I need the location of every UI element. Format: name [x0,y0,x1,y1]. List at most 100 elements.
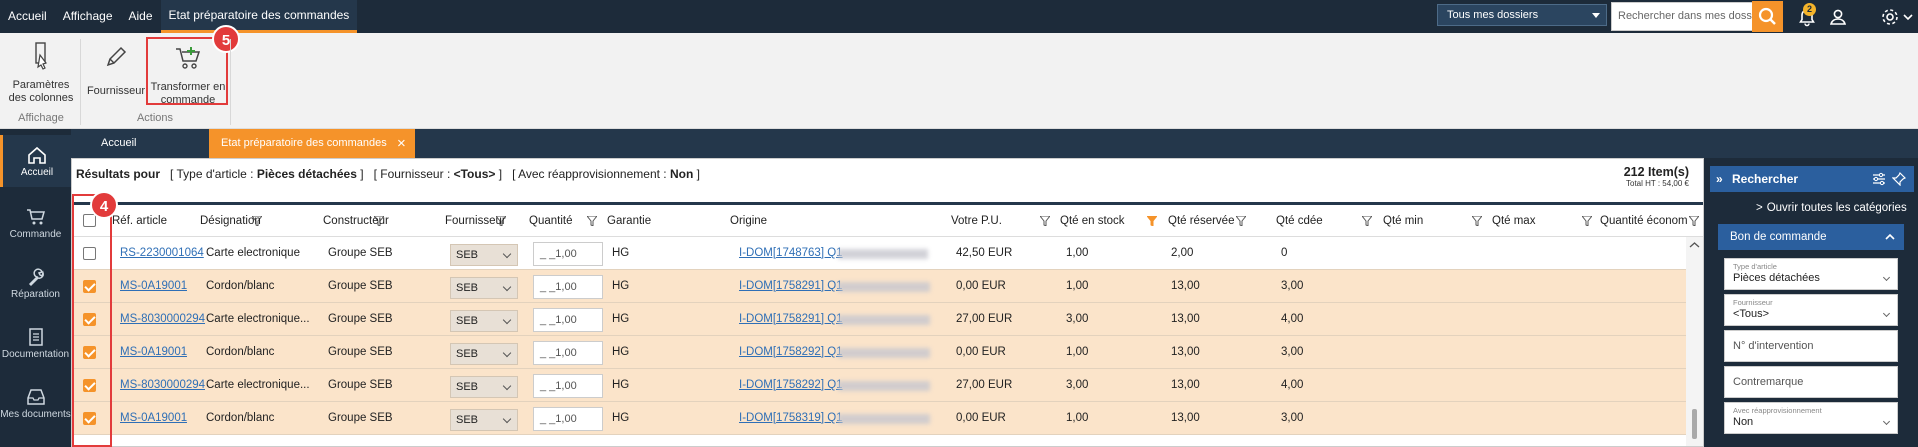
qte-cdee-cell: 3,00 [1281,412,1304,424]
col-qte-min[interactable]: Qté min [1383,205,1423,237]
col-quantite-econom[interactable]: Quantité économ [1600,205,1688,237]
nav-accueil[interactable]: Accueil [0,135,71,187]
quantity-input[interactable]: _ _1,00 [533,275,603,299]
col-garantie[interactable]: Garantie [607,205,651,237]
fournisseur-select[interactable]: Fournisseur <Tous> [1724,294,1898,326]
search-button[interactable] [1752,1,1783,32]
origine-link[interactable]: I-DOM[1748763] Q1 [739,237,843,270]
sliders-icon[interactable] [1872,172,1886,186]
nav-accueil-label: Accueil [20,167,54,178]
fournisseur-dropdown[interactable]: SEB [450,310,518,332]
col-designation[interactable]: Désignation [200,205,261,237]
filter-icon[interactable] [1689,216,1699,226]
table-row[interactable]: MS-0A19001 Cordon/blanc Groupe SEB SEB _ _1,… [72,336,1686,369]
col-constructeur[interactable]: Constructeur [323,205,389,237]
scrollbar-thumb[interactable] [1692,409,1697,439]
constructeur-cell: Groupe SEB [328,247,393,259]
group-affichage: Affichage [18,112,64,124]
ref-article-link[interactable]: MS-8030000294 [120,303,205,336]
fournisseur-dropdown[interactable]: SEB [450,277,518,299]
filter-icon[interactable] [1236,216,1246,226]
origine-link[interactable]: I-DOM[1758291] Q1 [739,303,843,336]
filter-icon[interactable] [1040,216,1050,226]
table-header: Réf. article Désignation Constructeur Fo… [72,202,1703,237]
intervention-number-input[interactable]: N° d'intervention [1724,330,1898,362]
quantity-input[interactable]: _ _1,00 [533,308,603,332]
quantity-input[interactable]: _ _1,00 [533,242,603,266]
col-qte-cdee[interactable]: Qté cdée [1276,205,1323,237]
col-qte-max[interactable]: Qté max [1492,205,1535,237]
table-row[interactable]: MS-8030000294 Carte electronique... Groupe… [72,369,1686,402]
wrench-icon [28,268,44,287]
quantity-input[interactable]: _ _1,00 [533,374,603,398]
chevron-down-icon[interactable] [1901,6,1915,28]
section-bon-de-commande[interactable]: Bon de commande [1718,224,1904,250]
table-row[interactable]: MS-0A19001 Cordon/blanc Groupe SEB SEB _ _1,… [72,402,1686,435]
qte-reservee-cell: 13,00 [1171,280,1200,292]
fournisseur-dropdown[interactable]: SEB [450,244,518,266]
pin-icon[interactable] [1892,172,1906,186]
vertical-scrollbar[interactable] [1686,237,1703,446]
nav-documentation[interactable]: Documentation [0,327,71,360]
garantie-cell: HG [612,379,630,391]
nav-mes-documents[interactable]: Mes documents [0,387,71,420]
col-qte-reservee[interactable]: Qté réservée [1168,205,1234,237]
fournisseur-dropdown[interactable]: SEB [450,409,518,431]
menu-accueil[interactable]: Accueil [0,0,55,33]
reappro-select[interactable]: Avec réapprovisionnement Non [1724,402,1898,434]
filter-icon[interactable] [587,216,597,226]
col-origine[interactable]: Origine [730,205,767,237]
ref-article-link[interactable]: MS-0A19001 [120,336,187,369]
results-summary: Résultats pour [ Type d'article : Pièces… [76,167,700,181]
column-settings-button[interactable]: Paramètres des colonnes [6,41,76,105]
col-quantite[interactable]: Quantité [529,205,572,237]
menu-aide[interactable]: Aide [121,0,161,33]
col-fournisseur[interactable]: Fournisseur [445,205,506,237]
col-qte-stock[interactable]: Qté en stock [1060,205,1125,237]
origine-link[interactable]: I-DOM[1758292] Q1 [739,336,843,369]
fournisseur-dropdown[interactable]: SEB [450,343,518,365]
tab-accueil[interactable]: Accueil [89,129,148,158]
quantity-input[interactable]: _ _1,00 [533,407,603,431]
double-chevron-right-icon[interactable]: » [1716,166,1723,192]
nav-reparation[interactable]: Réparation [0,267,71,300]
user-icon[interactable] [1827,6,1849,28]
filter-icon[interactable] [1582,216,1592,226]
contremarque-input[interactable]: Contremarque [1724,366,1898,398]
fournisseur-button[interactable]: Fournisseur [86,43,146,98]
fournisseur-dropdown[interactable]: SEB [450,376,518,398]
filter-active-icon[interactable] [1147,216,1157,226]
gear-icon[interactable] [1879,6,1901,28]
ref-article-link[interactable]: MS-0A19001 [120,402,187,435]
filter-icon[interactable] [1472,216,1482,226]
reappro-value: Non [1733,416,1754,428]
top-bar: Accueil Affichage Aide Etat préparatoire… [0,0,1918,33]
ref-article-link[interactable]: RS-2230001064 [120,237,204,270]
qte-cdee-cell: 4,00 [1281,313,1304,325]
nav-mes-documents-label: Mes documents [0,409,71,420]
origine-link[interactable]: I-DOM[1758292] Q1 [739,369,843,402]
notification-badge: 2 [1803,3,1816,16]
search-input[interactable]: Rechercher dans mes dossiers [1611,2,1753,31]
col-votre-pu[interactable]: Votre P.U. [951,205,1002,237]
filter-icon[interactable] [1362,216,1372,226]
quantity-input[interactable]: _ _1,00 [533,341,603,365]
tab-etat-preparatoire[interactable]: Etat préparatoire des commandes × [209,129,415,158]
nav-commande[interactable]: Commande [0,207,71,240]
origine-link[interactable]: I-DOM[1758291] Q1 [739,270,843,303]
dossier-select[interactable]: Tous mes dossiers [1437,4,1607,26]
table-row[interactable]: RS-2230001064 Carte electronique Groupe SE… [72,237,1686,270]
menu-affichage[interactable]: Affichage [55,0,121,33]
ref-article-link[interactable]: MS-0A19001 [120,270,187,303]
ref-article-link[interactable]: MS-8030000294 [120,369,205,402]
open-all-categories-link[interactable]: > Ouvrir toutes les catégories [1756,202,1907,214]
table-row[interactable]: MS-8030000294 Carte electronique... Groupe… [72,303,1686,336]
scroll-up-icon[interactable] [1686,239,1703,251]
table-row[interactable]: MS-0A19001 Cordon/blanc Groupe SEB SEB _ _1,… [72,270,1686,303]
origine-link[interactable]: I-DOM[1758319] Q1 [739,402,843,435]
col-ref-article[interactable]: Réf. article [112,205,167,237]
section-bon-de-commande-label: Bon de commande [1730,231,1827,243]
menu-etat-preparatoire[interactable]: Etat préparatoire des commandes [160,0,358,33]
close-icon[interactable]: × [397,129,406,158]
type-article-select[interactable]: Type d'article Pièces détachées [1724,258,1898,290]
